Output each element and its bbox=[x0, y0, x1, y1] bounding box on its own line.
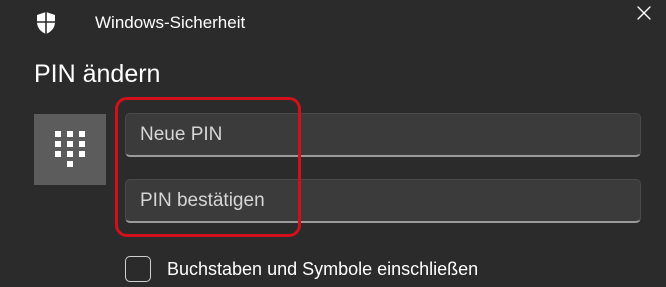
close-button[interactable] bbox=[628, 0, 660, 26]
confirm-pin-input[interactable] bbox=[125, 179, 641, 223]
keypad-icon bbox=[55, 130, 85, 167]
window-title: Windows-Sicherheit bbox=[95, 13, 246, 32]
shield-icon bbox=[37, 12, 55, 34]
pin-change-dialog: Windows-Sicherheit PIN ändern Buchstaben… bbox=[0, 0, 666, 287]
close-icon bbox=[637, 6, 651, 20]
new-pin-input[interactable] bbox=[125, 113, 641, 157]
include-letters-symbols-option[interactable]: Buchstaben und Symbole einschließen bbox=[125, 255, 478, 283]
include-letters-symbols-label: Buchstaben und Symbole einschließen bbox=[167, 259, 479, 279]
page-title: PIN ändern bbox=[34, 60, 161, 88]
pin-tile bbox=[34, 114, 106, 185]
include-letters-symbols-checkbox[interactable] bbox=[125, 256, 151, 282]
